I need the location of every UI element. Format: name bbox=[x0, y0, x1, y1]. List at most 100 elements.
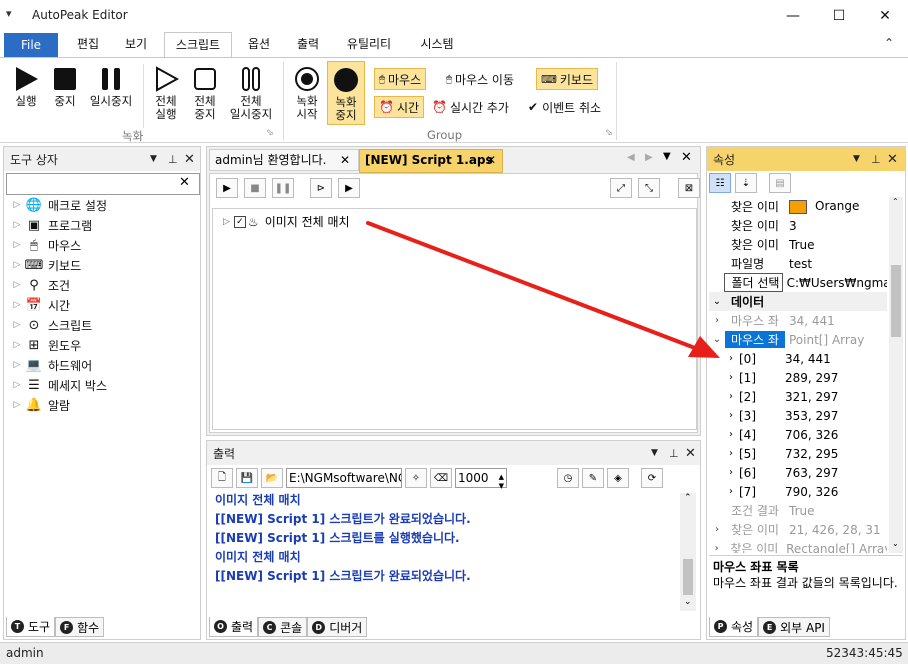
alphabetical-icon[interactable]: ⇣ bbox=[735, 173, 757, 193]
property-row[interactable]: 찾은 이미 True bbox=[709, 235, 887, 254]
tab-debugger[interactable]: D 디버거 bbox=[307, 617, 368, 637]
node-checkbox[interactable]: ✓ bbox=[233, 215, 246, 228]
toolbox-item[interactable]: ▷ 🔔 알람 bbox=[10, 395, 200, 415]
tab-functions[interactable]: F 함수 bbox=[55, 617, 105, 637]
tab-console[interactable]: C 콘솔 bbox=[258, 617, 308, 637]
expand-arrow-icon[interactable]: ▷ bbox=[10, 400, 24, 410]
tab-output-log[interactable]: O 출력 bbox=[209, 617, 259, 637]
event-cancel-button[interactable]: ✔ 이벤트 취소 bbox=[524, 96, 605, 118]
record-start-button[interactable]: 녹화 시작 bbox=[290, 64, 324, 121]
record-stop-button[interactable]: 녹화 중지 bbox=[327, 61, 365, 125]
panel-close-icon[interactable]: ✕ bbox=[887, 152, 898, 167]
tab-script[interactable]: 스크립트 bbox=[164, 32, 232, 57]
scrollbar-thumb[interactable] bbox=[683, 559, 693, 595]
magic-clean-icon[interactable]: ✧ bbox=[405, 468, 427, 488]
new-log-icon[interactable]: 🗋 bbox=[211, 468, 233, 488]
save-icon[interactable]: 💾 bbox=[236, 468, 258, 488]
toolbox-search-input[interactable]: ✕ bbox=[6, 173, 200, 195]
line-count-stepper[interactable]: 1000 ▲ ▼ bbox=[455, 468, 507, 490]
expand-arrow-icon[interactable]: ▷ bbox=[10, 300, 24, 310]
toolbox-item[interactable]: ▷ ▣ 프로그램 bbox=[10, 215, 200, 235]
ribbon-collapse-icon[interactable]: ⌃ bbox=[884, 36, 894, 50]
pin-icon[interactable]: ⊥ bbox=[669, 447, 679, 460]
toolbox-item[interactable]: ▷ ⚲ 조건 bbox=[10, 275, 200, 295]
pause-icon[interactable]: ❚❚ bbox=[272, 178, 294, 198]
expand-arrow-icon[interactable]: ▷ bbox=[10, 320, 24, 330]
expand-arrow-icon[interactable]: ▷ bbox=[223, 217, 230, 227]
property-row[interactable]: ⌄ 마우스 좌 Point[] Array bbox=[709, 330, 887, 349]
panel-close-icon[interactable]: ✕ bbox=[184, 152, 195, 167]
category-data[interactable]: ⌄ 데이터 bbox=[709, 292, 887, 311]
clock-icon[interactable]: ◷ bbox=[557, 468, 579, 488]
log-path-input[interactable]: E:\NGMsoftware\NG bbox=[286, 468, 402, 488]
pause-button[interactable]: 일시중지 bbox=[86, 64, 136, 108]
run-button[interactable]: 실행 bbox=[8, 64, 44, 108]
property-row[interactable]: › 찾은 이미 21, 426, 28, 31 bbox=[709, 520, 887, 539]
folder-icon[interactable]: 📂 bbox=[261, 468, 283, 488]
tab-view[interactable]: 보기 bbox=[114, 32, 158, 57]
expand-arrow-icon[interactable]: ▷ bbox=[10, 380, 24, 390]
minimize-button[interactable]: — bbox=[770, 0, 816, 32]
stop-icon[interactable]: ■ bbox=[244, 178, 266, 198]
group-launcher-icon[interactable]: ⬂ bbox=[266, 128, 274, 138]
scroll-up-icon[interactable]: ⌃ bbox=[684, 493, 692, 503]
tab-system[interactable]: 시스템 bbox=[408, 32, 466, 57]
point-row[interactable]: › [7] 790, 326 bbox=[709, 482, 887, 501]
toolbox-item[interactable]: ▷ 💻 하드웨어 bbox=[10, 355, 200, 375]
stop-button[interactable]: 중지 bbox=[48, 64, 82, 108]
mouse-move-toggle[interactable]: 🖱 마우스 이동 bbox=[442, 68, 518, 90]
system-menu-icon[interactable]: ▾ bbox=[6, 7, 12, 20]
step-play-icon[interactable]: ⊳ bbox=[310, 178, 332, 198]
expand-arrow-icon[interactable]: ▷ bbox=[10, 280, 24, 290]
output-scrollbar[interactable]: ⌃ ⌄ bbox=[680, 493, 696, 611]
expand-arrow-icon[interactable]: ▷ bbox=[10, 220, 24, 230]
property-row[interactable]: › 찾은 이미 Rectangle[] Array bbox=[709, 539, 887, 554]
expand-arrow-icon[interactable]: ▷ bbox=[10, 360, 24, 370]
toolbox-item[interactable]: ▷ ⌨ 키보드 bbox=[10, 255, 200, 275]
panel-close-icon[interactable]: ✕ bbox=[685, 446, 696, 461]
script-node[interactable]: ▷ ✓ ♨ 이미지 전체 매치 bbox=[223, 213, 350, 230]
expand-arrow-icon[interactable]: › bbox=[709, 486, 739, 497]
expand-arrow-icon[interactable]: › bbox=[709, 391, 739, 402]
point-row[interactable]: › [5] 732, 295 bbox=[709, 444, 887, 463]
tab-edit[interactable]: 편집 bbox=[66, 32, 110, 57]
expand-arrow-icon[interactable]: › bbox=[709, 429, 739, 440]
refresh-icon[interactable]: ⟳ bbox=[641, 468, 663, 488]
scroll-down-icon[interactable]: ⌄ bbox=[892, 539, 899, 548]
property-row[interactable]: 파일명 test bbox=[709, 254, 887, 273]
tab-close-icon[interactable]: ✕ bbox=[340, 150, 350, 170]
property-row[interactable]: 찾은 이미 3 bbox=[709, 216, 887, 235]
expand-icon[interactable]: ⤢ bbox=[610, 178, 632, 198]
tab-external-api[interactable]: E 외부 API bbox=[758, 617, 830, 637]
expand-arrow-icon[interactable]: ▷ bbox=[10, 240, 24, 250]
property-row[interactable]: › 마우스 좌 34, 441 bbox=[709, 311, 887, 330]
toolbox-item[interactable]: ▷ ☰ 메세지 박스 bbox=[10, 375, 200, 395]
delete-icon[interactable]: ⊠ bbox=[678, 178, 700, 198]
brush-icon[interactable]: ✎ bbox=[582, 468, 604, 488]
expand-arrow-icon[interactable]: › bbox=[709, 524, 725, 535]
tab-properties[interactable]: P 속성 bbox=[709, 617, 759, 637]
categorized-icon[interactable]: ☷ bbox=[709, 173, 731, 193]
realtime-add-toggle[interactable]: ⏰ 실시간 추가 bbox=[428, 96, 513, 118]
pause-all-button[interactable]: 전체 일시중지 bbox=[226, 64, 276, 121]
expand-arrow-icon[interactable]: › bbox=[709, 372, 739, 383]
tab-utility[interactable]: 유틸리티 bbox=[336, 32, 402, 57]
panel-dropdown-icon[interactable]: ▼ bbox=[853, 154, 860, 164]
expand-arrow-icon[interactable]: ▷ bbox=[10, 260, 24, 270]
paint-bucket-icon[interactable]: ◈ bbox=[607, 468, 629, 488]
expand-arrow-icon[interactable]: ▷ bbox=[10, 340, 24, 350]
property-row[interactable]: 찾은 이미 Orange bbox=[709, 197, 887, 216]
scroll-down-icon[interactable]: ⌄ bbox=[684, 597, 692, 607]
toolbox-item[interactable]: ▷ 🖱 마우스 bbox=[10, 235, 200, 255]
point-row[interactable]: › [6] 763, 297 bbox=[709, 463, 887, 482]
scroll-up-icon[interactable]: ⌃ bbox=[892, 197, 899, 206]
tab-file[interactable]: File bbox=[4, 33, 58, 57]
point-row[interactable]: › [1] 289, 297 bbox=[709, 368, 887, 387]
expand-arrow-icon[interactable]: › bbox=[709, 467, 739, 478]
toolbox-item[interactable]: ▷ ⊞ 윈도우 bbox=[10, 335, 200, 355]
toolbox-item[interactable]: ▷ 📅 시간 bbox=[10, 295, 200, 315]
stop-all-button[interactable]: 전체 중지 bbox=[188, 64, 222, 121]
tab-script-file[interactable]: [NEW] Script 1.aps ✕ bbox=[359, 149, 503, 173]
play-icon[interactable]: ▶ bbox=[216, 178, 238, 198]
maximize-button[interactable]: ☐ bbox=[816, 0, 862, 32]
